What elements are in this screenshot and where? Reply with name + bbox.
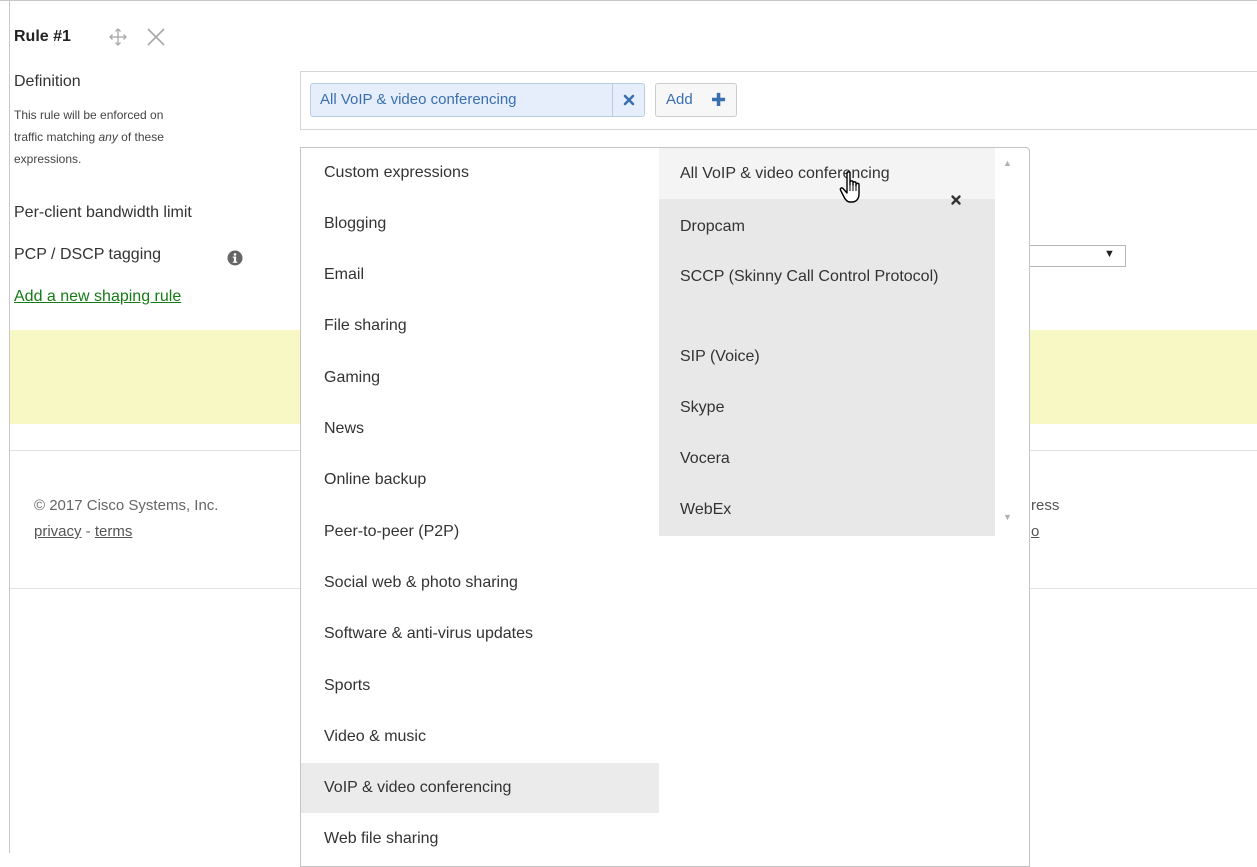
- category-item-custom-expressions[interactable]: Custom expressions: [301, 148, 659, 198]
- app-item-sip[interactable]: SIP (Voice): [680, 345, 980, 369]
- desc-text: traffic matching: [14, 130, 99, 144]
- category-item-sports[interactable]: Sports: [301, 661, 659, 711]
- footer-copyright: © 2017 Cisco Systems, Inc.: [34, 497, 219, 514]
- app-list-panel: All VoIP & video conferencing Dropcam SC…: [659, 148, 995, 536]
- category-item-online-backup[interactable]: Online backup: [301, 455, 659, 505]
- rule-title: Rule #1: [14, 28, 71, 45]
- add-button-label: Add: [666, 91, 693, 108]
- app-item-all-voip[interactable]: All VoIP & video conferencing: [680, 162, 980, 186]
- category-item-email[interactable]: Email: [301, 250, 659, 300]
- definition-desc-line-2: traffic matching any of these: [14, 126, 259, 148]
- pcp-dscp-label: PCP / DSCP tagging: [14, 246, 162, 263]
- desc-text: of these: [117, 130, 164, 144]
- definition-desc-line-3: expressions.: [14, 152, 82, 166]
- window-left-border: [9, 0, 10, 853]
- footer-links: privacy - terms: [34, 523, 132, 540]
- bandwidth-limit-label: Per-client bandwidth limit: [14, 204, 192, 221]
- window-top-border: [0, 0, 1257, 6]
- info-icon[interactable]: [227, 250, 243, 266]
- add-shaping-rule-link[interactable]: Add a new shaping rule: [14, 288, 181, 306]
- definition-description: This rule will be enforced on traffic ma…: [14, 104, 259, 170]
- category-item-voip[interactable]: VoIP & video conferencing: [301, 763, 659, 813]
- app-item-skype[interactable]: Skype: [680, 396, 980, 420]
- category-item-blogging[interactable]: Blogging: [301, 199, 659, 249]
- category-item-software-updates[interactable]: Software & anti-virus updates: [301, 609, 659, 659]
- category-item-p2p[interactable]: Peer-to-peer (P2P): [301, 507, 659, 557]
- expression-tag-label: All VoIP & video conferencing: [320, 91, 517, 108]
- expression-tag: All VoIP & video conferencing: [310, 83, 645, 117]
- app-item-dropcam[interactable]: Dropcam: [680, 215, 980, 239]
- remove-x-icon[interactable]: [622, 93, 636, 107]
- category-item-video-music[interactable]: Video & music: [301, 712, 659, 762]
- definition-desc-line-1: This rule will be enforced on: [14, 108, 164, 122]
- move-arrows-icon[interactable]: [108, 27, 128, 47]
- footer-right-link-fragment[interactable]: o: [1031, 523, 1039, 540]
- category-item-gaming[interactable]: Gaming: [301, 353, 659, 403]
- hand-cursor-icon: [839, 171, 860, 203]
- app-item-vocera[interactable]: Vocera: [680, 447, 980, 471]
- footer-right-text-fragment: ress: [1031, 497, 1060, 514]
- expression-picker-dropdown: Custom expressions Blogging Email File s…: [300, 147, 1030, 867]
- chevron-down-icon: ▼: [1104, 248, 1115, 260]
- category-item-social-web[interactable]: Social web & photo sharing: [301, 558, 659, 608]
- category-item-file-sharing[interactable]: File sharing: [301, 301, 659, 351]
- app-item-webex[interactable]: WebEx: [680, 498, 980, 522]
- terms-link[interactable]: terms: [95, 523, 133, 540]
- category-item-news[interactable]: News: [301, 404, 659, 454]
- remove-x-icon[interactable]: [950, 194, 962, 206]
- scroll-down-arrow-icon[interactable]: ▼: [1003, 512, 1012, 522]
- scroll-up-arrow-icon[interactable]: ▲: [1003, 158, 1012, 168]
- close-icon[interactable]: [145, 26, 167, 48]
- add-expression-button[interactable]: Add ✚: [655, 83, 737, 117]
- definition-label: Definition: [14, 73, 81, 90]
- desc-emphasis: any: [98, 130, 118, 144]
- tag-separator: [612, 84, 613, 116]
- category-item-web-file-sharing[interactable]: Web file sharing: [301, 814, 659, 864]
- plus-icon: ✚: [711, 90, 727, 110]
- privacy-link[interactable]: privacy: [34, 523, 82, 540]
- app-item-sccp[interactable]: SCCP (Skinny Call Control Protocol): [680, 265, 980, 289]
- footer-separator: -: [81, 523, 95, 540]
